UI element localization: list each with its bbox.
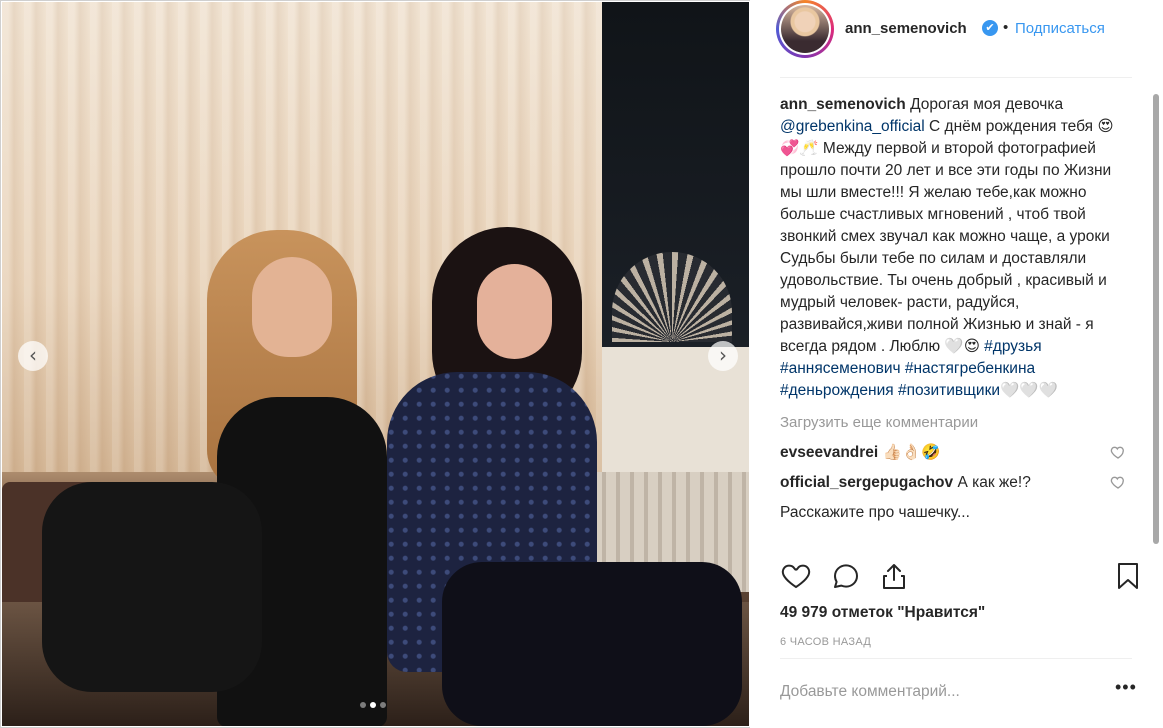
comment-text: А как же!? (957, 474, 1031, 491)
comment-item: evseevandrei 👍🏻👌🏻🤣 (780, 442, 1132, 464)
comment-like-icon[interactable] (1110, 474, 1126, 490)
photo-person-right-legs (442, 562, 742, 726)
comments-scrollbar-thumb[interactable] (1153, 94, 1159, 544)
comment-item: official_sergepugachov А как же!? (780, 472, 1132, 494)
photo-person-left-face (252, 257, 332, 357)
verified-icon: ✔ (982, 20, 998, 36)
post-sidebar: ann_semenovich ✔ • Подписаться ann_semen… (750, 0, 1163, 728)
bookmark-icon[interactable] (1112, 560, 1144, 592)
caption-username[interactable]: ann_semenovich (780, 96, 906, 113)
divider (780, 77, 1132, 78)
comment-icon[interactable] (830, 560, 862, 592)
carousel-next-button[interactable]: › (708, 341, 738, 371)
post-photo[interactable]: ‹ › (2, 2, 749, 726)
hashtag-link[interactable]: #настягребенкина (905, 360, 1035, 377)
hashtag-link[interactable]: #позитивщики (898, 382, 1000, 399)
caption-tail: 🤍🤍🤍 (1000, 382, 1058, 399)
carousel-dot-active (370, 702, 376, 708)
carousel-dot (360, 702, 366, 708)
carousel-prev-button[interactable]: ‹ (18, 341, 48, 371)
caption-mention[interactable]: @grebenkina_official (780, 118, 925, 135)
add-comment-input[interactable] (780, 680, 1100, 704)
hashtag-link[interactable]: #деньрождения (780, 382, 894, 399)
load-more-comments-button[interactable]: Загрузить еще комментарии (780, 412, 1132, 434)
carousel-dot (380, 702, 386, 708)
heart-icon[interactable] (780, 560, 812, 592)
photo-person-left-legs (42, 482, 262, 692)
post-header: ann_semenovich ✔ • Подписаться (750, 0, 1163, 78)
caption-text: Дорогая моя девочка (910, 96, 1064, 113)
photo-person-right-face (477, 264, 552, 359)
caption-text: С днём рождения тебя 😍💞🥂 Между первой и … (780, 118, 1114, 355)
divider (780, 658, 1132, 659)
comment-username[interactable]: official_sergepugachov (780, 474, 953, 491)
comment-text: 👍🏻👌🏻🤣 (882, 444, 941, 461)
comments-list[interactable]: ann_semenovich Дорогая моя девочка @greb… (780, 94, 1132, 546)
header-separator: • (1003, 19, 1009, 36)
comment-like-icon[interactable] (1110, 444, 1126, 460)
comment-text: Расскажите про чашечку... (780, 504, 970, 521)
header-username[interactable]: ann_semenovich (845, 20, 967, 37)
post-caption: ann_semenovich Дорогая моя девочка @greb… (780, 94, 1132, 402)
avatar[interactable] (776, 0, 834, 58)
comment-username[interactable]: evseevandrei (780, 444, 878, 461)
post-actions (780, 560, 1140, 594)
more-options-icon[interactable]: ••• (1115, 677, 1137, 698)
likes-count[interactable]: 49 979 отметок "Нравится" (780, 604, 985, 622)
avatar-image (781, 5, 829, 53)
post-timestamp[interactable]: 6 часов назад (780, 636, 871, 648)
carousel-indicator (360, 702, 386, 708)
follow-button[interactable]: Подписаться (1015, 20, 1105, 37)
hashtag-link[interactable]: #друзья (984, 338, 1041, 355)
share-icon[interactable] (878, 560, 910, 592)
comment-item: Расскажите про чашечку... (780, 502, 1132, 524)
hashtag-link[interactable]: #аннясеменович (780, 360, 901, 377)
